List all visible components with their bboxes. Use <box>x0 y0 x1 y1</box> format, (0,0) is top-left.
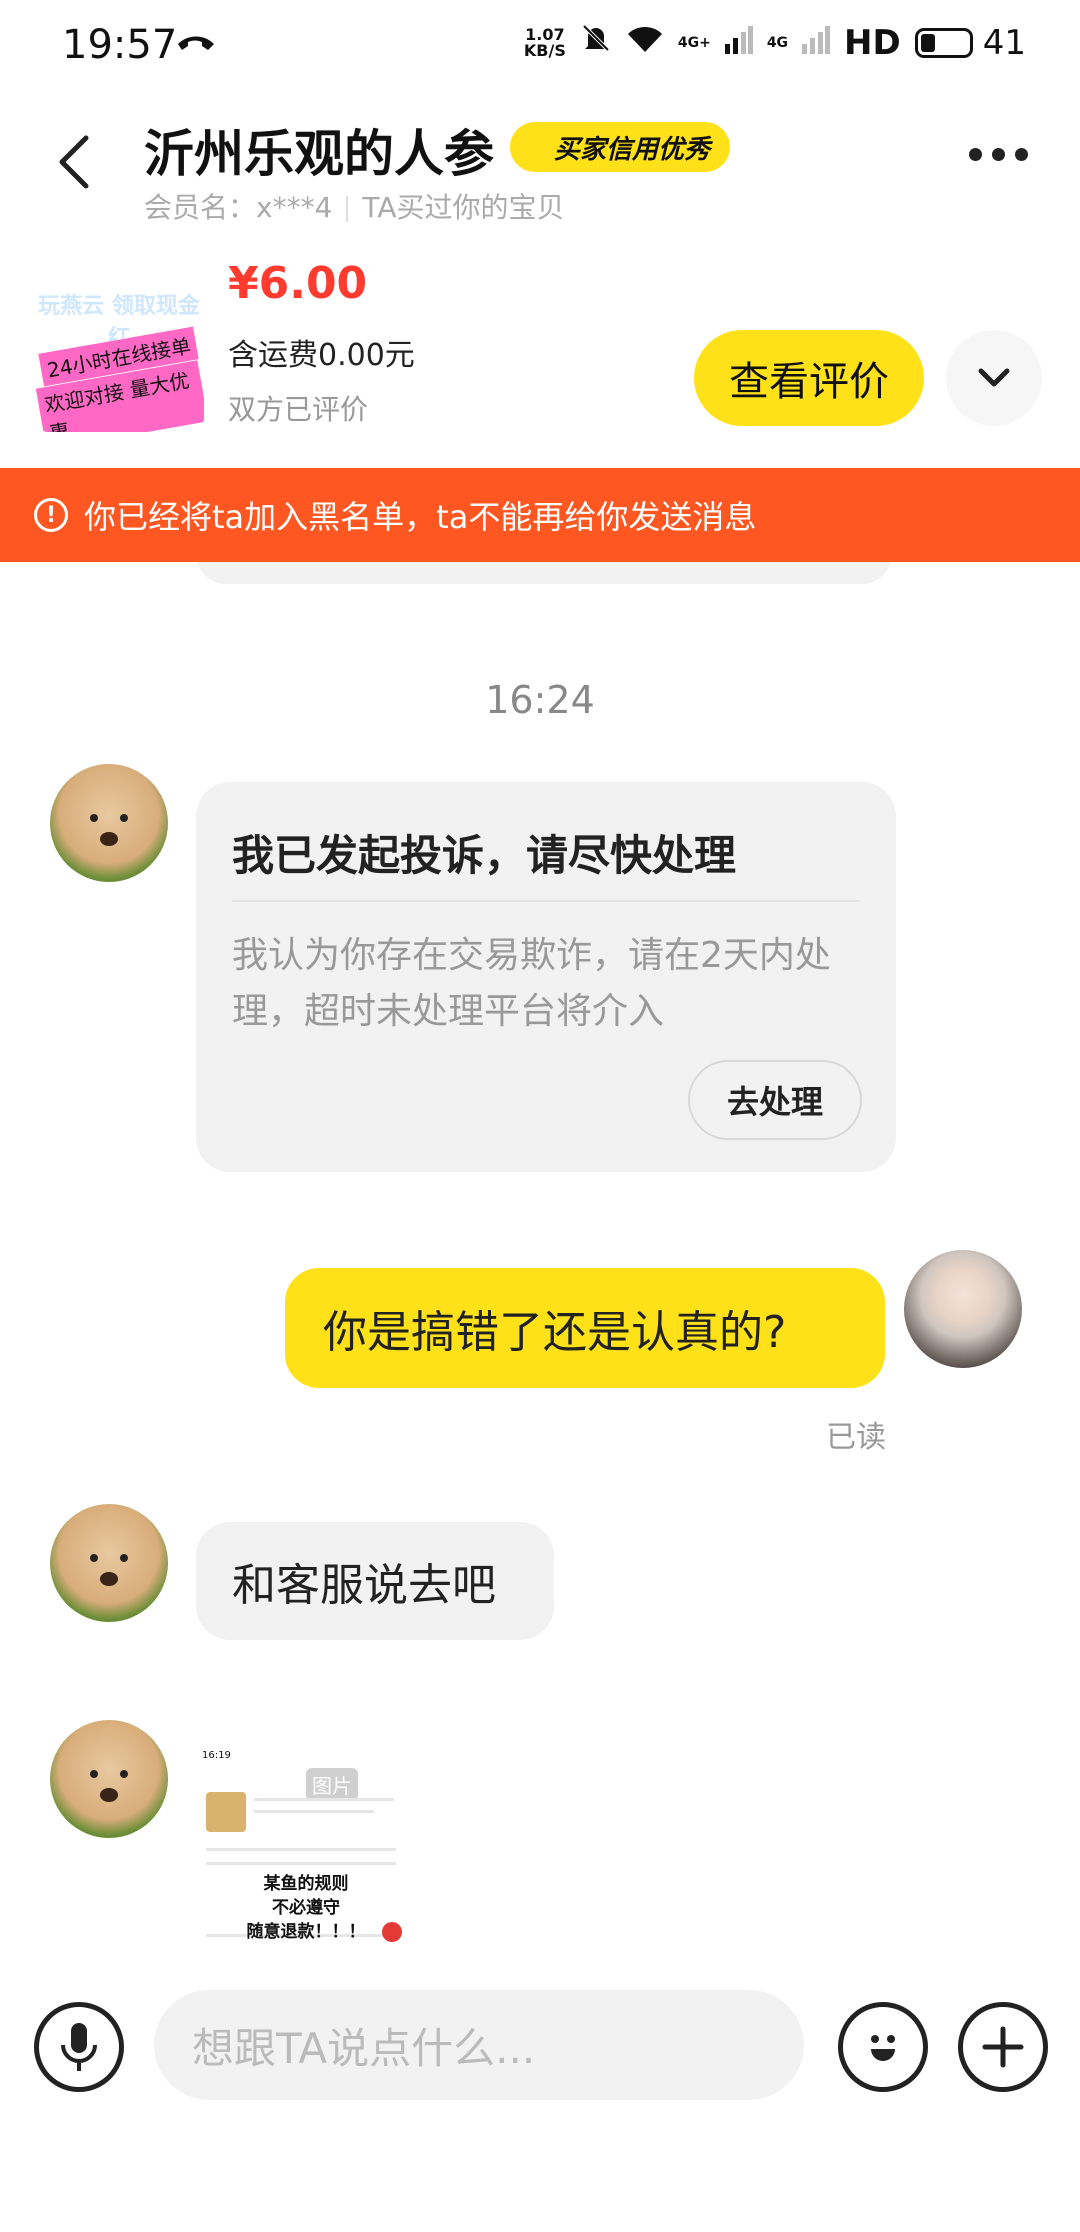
avatar[interactable] <box>50 1504 168 1622</box>
battery-icon <box>914 27 973 58</box>
member-name: 会员名：x***4 <box>144 191 333 224</box>
member-info: 会员名：x***4 TA买过你的宝贝 <box>144 186 564 226</box>
image-overlay-text: 某鱼的规则 不必遵守 随意退款！！！ <box>246 1874 366 1942</box>
voice-button[interactable] <box>34 2002 124 2092</box>
chevron-left-icon <box>59 135 89 189</box>
mini-status-bar: 16:19 <box>202 1750 231 1761</box>
product-image[interactable]: 玩燕云 领取现金红 24小时在线接单 欢迎对接 量大优惠 <box>34 262 204 432</box>
mini-row <box>206 1862 396 1865</box>
dot-icon <box>1015 148 1028 161</box>
mini-row <box>254 1798 394 1801</box>
badge-label: 买家信用优秀 <box>554 134 711 165</box>
credit-badge[interactable]: 买家信用优秀 <box>510 122 731 172</box>
contact-name[interactable]: 沂州乐观的人参 <box>144 114 494 186</box>
more-options-button[interactable] <box>969 148 1028 161</box>
add-button[interactable] <box>958 2002 1048 2092</box>
signal-icon-2 <box>802 23 831 63</box>
blacklist-banner: ! 你已经将ta加入黑名单，ta不能再给你发送消息 <box>0 468 1080 562</box>
divider <box>232 900 860 902</box>
image-tag: 图片 <box>306 1768 358 1801</box>
complaint-body: 我认为你存在交易欺诈，请在2天内处理，超时未处理平台将介入 <box>232 935 831 1032</box>
mini-thumbnail <box>206 1792 246 1832</box>
product-card: 玩燕云 领取现金红 24小时在线接单 欢迎对接 量大优惠 ¥6.00 含运费0.… <box>0 250 1080 440</box>
mute-icon <box>580 22 612 63</box>
battery-indicator: 41 <box>914 22 1026 63</box>
message-input[interactable]: 想跟TA说点什么... <box>154 1990 804 2100</box>
handle-complaint-button[interactable]: 去处理 <box>688 1060 862 1140</box>
chevron-down-icon <box>978 368 1010 387</box>
chat-header: 沂州乐观的人参 买家信用优秀 会员名：x***4 TA买过你的宝贝 <box>0 100 1080 230</box>
message-text: 你是搞错了还是认真的? <box>323 1307 787 1358</box>
dot-icon <box>969 148 982 161</box>
call-icon <box>176 30 216 62</box>
badge-mascot-icon <box>516 128 552 164</box>
my-message-bubble[interactable]: 你是搞错了还是认真的? <box>285 1268 885 1388</box>
plus-icon <box>982 2026 1024 2068</box>
network-type-1: 4G+ <box>677 34 711 51</box>
battery-level: 41 <box>982 22 1026 63</box>
view-review-button[interactable]: 查看评价 <box>694 330 924 426</box>
image-message[interactable]: 16:19 图片 某鱼的规则 不必遵守 随意退款！！！ <box>196 1744 410 1954</box>
divider <box>346 196 349 222</box>
wifi-icon <box>626 23 664 63</box>
network-type-2: 4G <box>766 34 789 51</box>
emoji-icon <box>871 2035 895 2061</box>
microphone-icon <box>61 2023 97 2071</box>
read-receipt: 已读 <box>826 1420 886 1455</box>
product-price: ¥6.00 <box>228 258 368 309</box>
hd-indicator: HD <box>844 22 901 63</box>
my-avatar[interactable] <box>904 1250 1022 1368</box>
signal-icon-1 <box>724 23 753 63</box>
expand-button[interactable] <box>946 330 1042 426</box>
chat-timestamp: 16:24 <box>485 678 595 722</box>
status-bar: 19:57 1.07 KB/S 4G+ 4G HD 41 <box>0 0 1080 92</box>
message-text: 和客服说去吧 <box>232 1560 496 1611</box>
mini-row <box>206 1848 396 1851</box>
avatar[interactable] <box>50 1720 168 1838</box>
complaint-title: 我已发起投诉，请尽快处理 <box>232 831 737 880</box>
rating-status: 双方已评价 <box>228 393 369 426</box>
purchase-note: TA买过你的宝贝 <box>362 191 565 224</box>
mini-red-dot <box>382 1922 402 1942</box>
other-message-bubble[interactable]: 和客服说去吧 <box>196 1522 554 1640</box>
status-time: 19:57 <box>62 22 178 68</box>
avatar[interactable] <box>50 764 168 882</box>
network-speed: 1.07 KB/S <box>523 24 566 60</box>
emoji-button[interactable] <box>838 2002 928 2092</box>
back-button[interactable] <box>48 132 108 192</box>
dot-icon <box>992 148 1005 161</box>
message-placeholder: 想跟TA说点什么... <box>192 2023 536 2073</box>
shipping-info: 含运费0.00元 <box>228 338 415 373</box>
mini-row <box>254 1810 374 1813</box>
input-bar: 想跟TA说点什么... <box>0 1980 1080 2120</box>
warning-icon: ! <box>34 498 68 532</box>
banner-text: 你已经将ta加入黑名单，ta不能再给你发送消息 <box>84 498 757 536</box>
complaint-card: 我已发起投诉，请尽快处理 我认为你存在交易欺诈，请在2天内处理，超时未处理平台将… <box>196 782 896 1172</box>
